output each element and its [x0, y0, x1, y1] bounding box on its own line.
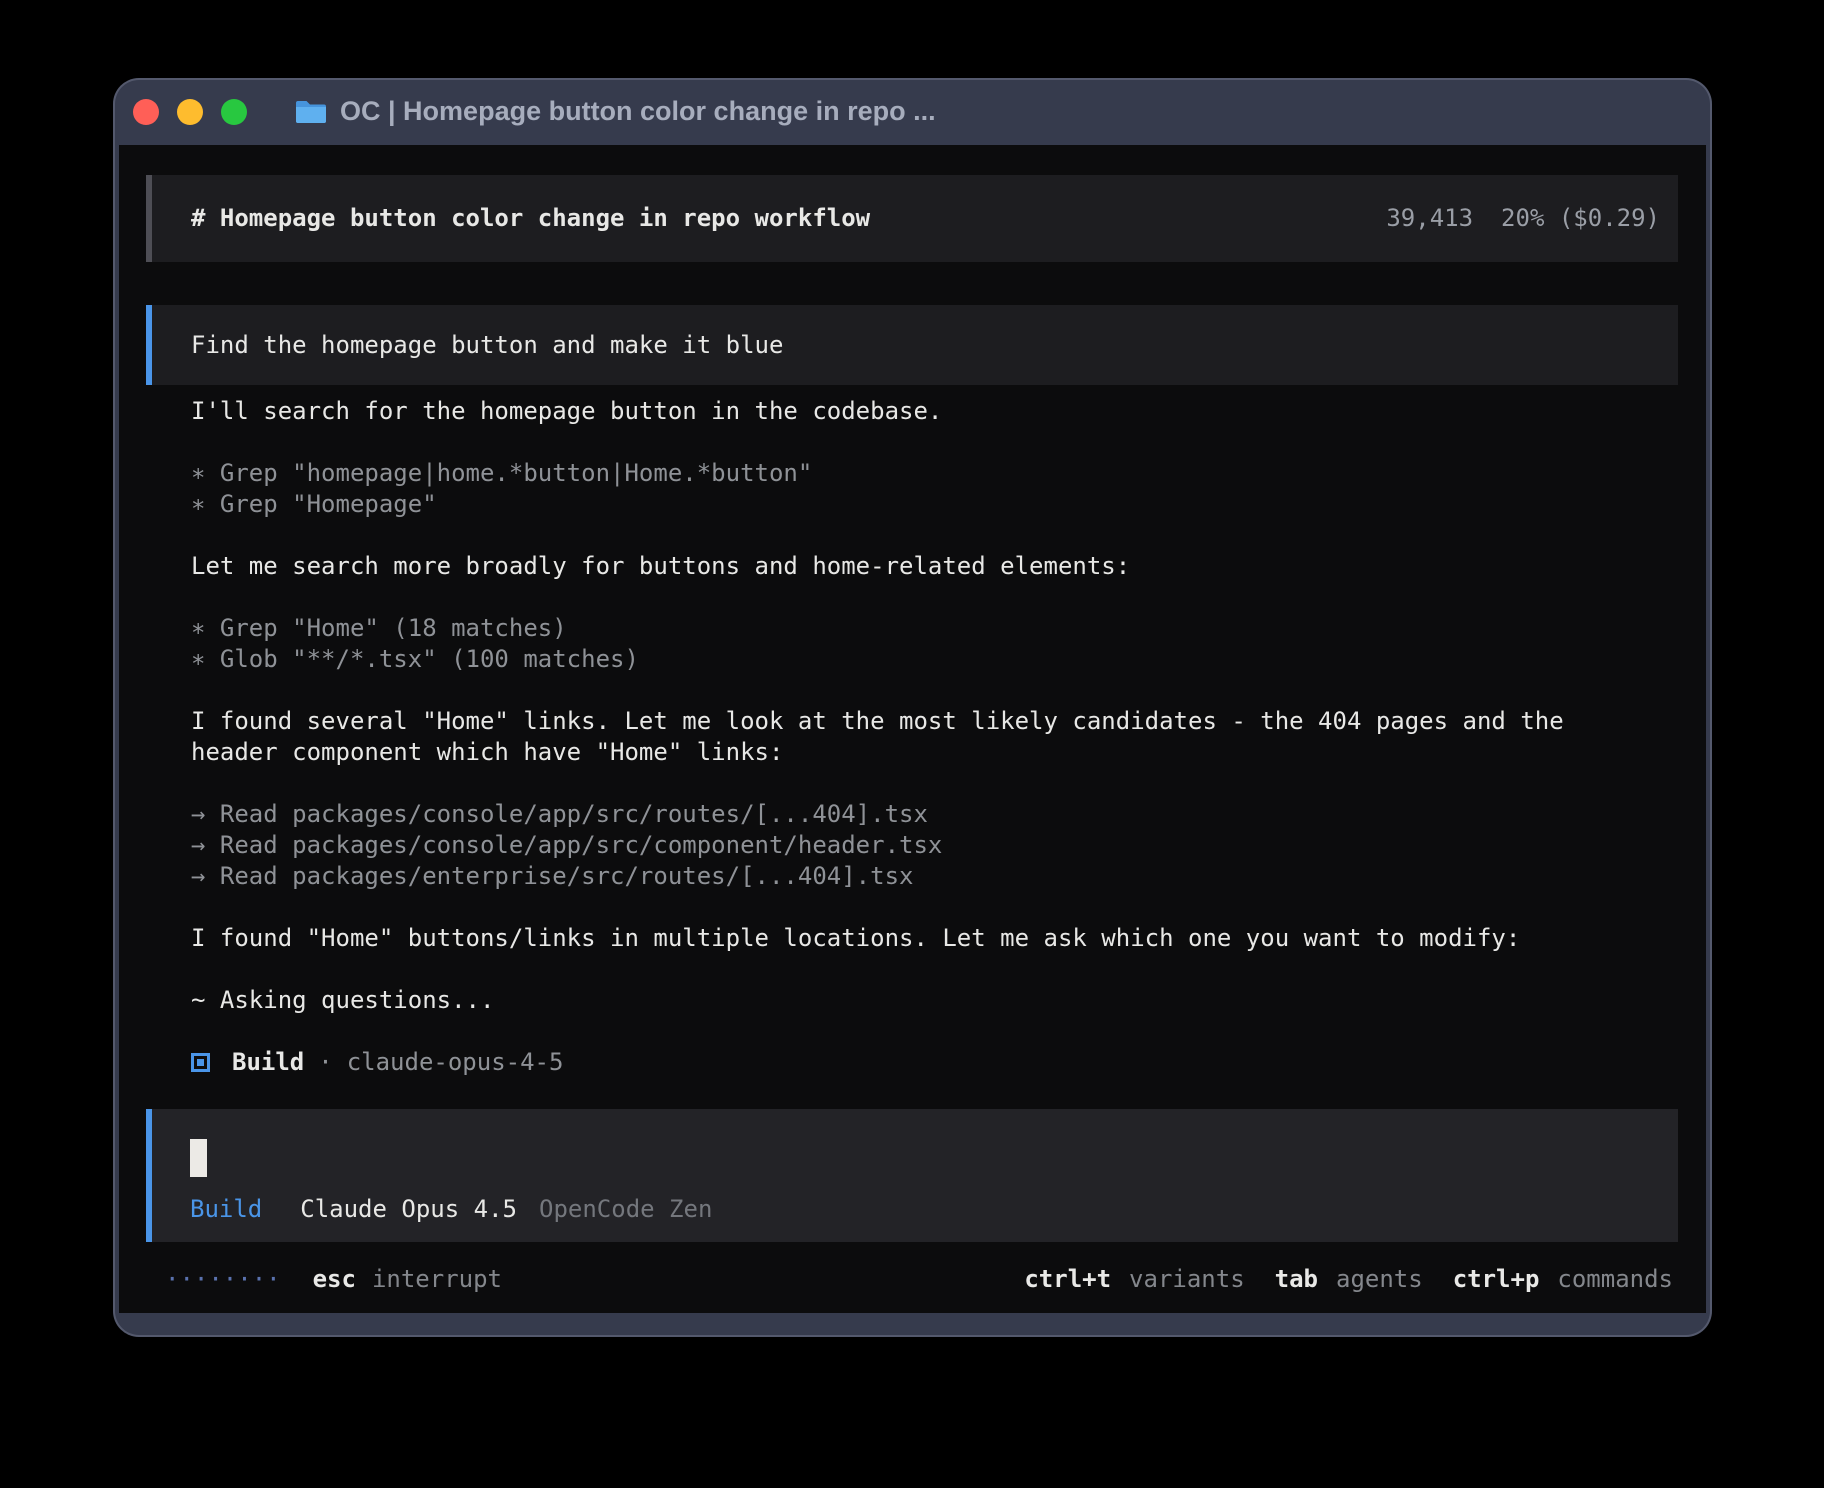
spinner-dots: ········: [165, 1264, 281, 1295]
read-tool-line: → Read packages/enterprise/src/routes/[.…: [191, 861, 1706, 892]
assistant-text-line: I found several "Home" links. Let me loo…: [191, 706, 1706, 737]
tool-call-group: ∗ Grep "homepage|home.*button|Home.*butt…: [191, 458, 1706, 520]
working-status: ~ Asking questions...: [191, 985, 1706, 1016]
conversation: I'll search for the homepage button in t…: [191, 396, 1706, 1078]
shortcut-label: agents: [1336, 1264, 1423, 1295]
model-line: Build Claude Opus 4.5 OpenCode Zen: [190, 1194, 1678, 1225]
agent-mode-label[interactable]: Build: [190, 1194, 262, 1225]
terminal-window: OC | Homepage button color change in rep…: [113, 78, 1712, 1337]
assistant-text-line: header component which have "Home" links…: [191, 737, 1706, 768]
assistant-message: Let me search more broadly for buttons a…: [191, 551, 1706, 582]
tool-call-line: ∗ Glob "**/*.tsx" (100 matches): [191, 644, 1706, 675]
shortcut-key: ctrl+t: [1024, 1264, 1111, 1295]
token-count: 39,413: [1386, 203, 1473, 234]
prompt-editor[interactable]: Build Claude Opus 4.5 OpenCode Zen: [146, 1109, 1678, 1242]
assistant-message: I found "Home" buttons/links in multiple…: [191, 923, 1706, 954]
agent-model: claude-opus-4-5: [347, 1047, 564, 1078]
status-bar: ········ esc interrupt ctrl+t variants t…: [165, 1264, 1673, 1295]
minimize-button[interactable]: [177, 99, 203, 125]
esc-action-label: interrupt: [372, 1264, 502, 1295]
text-cursor[interactable]: [190, 1139, 207, 1177]
shortcut-commands: ctrl+p commands: [1453, 1264, 1673, 1295]
context-usage: 20% ($0.29): [1501, 203, 1660, 234]
session-title: # Homepage button color change in repo w…: [191, 203, 870, 234]
tool-call-group: → Read packages/console/app/src/routes/[…: [191, 799, 1706, 892]
assistant-text-line: I'll search for the homepage button in t…: [191, 396, 1706, 427]
tool-call-group: ∗ Grep "Home" (18 matches) ∗ Glob "**/*.…: [191, 613, 1706, 675]
session-stats: 39,413 20% ($0.29): [1386, 203, 1660, 234]
user-message: Find the homepage button and make it blu…: [146, 305, 1678, 385]
agent-icon: [191, 1053, 210, 1072]
agent-separator: ·: [318, 1047, 332, 1078]
folder-icon: [295, 99, 327, 125]
read-tool-line: → Read packages/console/app/src/componen…: [191, 830, 1706, 861]
window-title: OC | Homepage button color change in rep…: [340, 96, 936, 127]
status-line: ~ Asking questions...: [191, 985, 1706, 1016]
close-button[interactable]: [133, 99, 159, 125]
tool-call-line: ∗ Grep "Home" (18 matches): [191, 613, 1706, 644]
terminal-content: # Homepage button color change in repo w…: [119, 145, 1706, 1313]
user-message-text: Find the homepage button and make it blu…: [191, 330, 783, 361]
assistant-message: I found several "Home" links. Let me loo…: [191, 706, 1706, 768]
shortcut-label: commands: [1557, 1264, 1673, 1295]
shortcut-hints: ctrl+t variants tab agents ctrl+p comman…: [1024, 1264, 1673, 1295]
agent-line: Build · claude-opus-4-5: [191, 1047, 1706, 1078]
assistant-message: I'll search for the homepage button in t…: [191, 396, 1706, 427]
shortcut-variants: ctrl+t variants: [1024, 1264, 1244, 1295]
tool-call-line: ∗ Grep "homepage|home.*button|Home.*butt…: [191, 458, 1706, 489]
session-header: # Homepage button color change in repo w…: [146, 175, 1678, 262]
read-tool-line: → Read packages/console/app/src/routes/[…: [191, 799, 1706, 830]
shortcut-key: ctrl+p: [1453, 1264, 1540, 1295]
shortcut-label: variants: [1129, 1264, 1245, 1295]
model-name[interactable]: Claude Opus 4.5: [300, 1194, 517, 1225]
zoom-button[interactable]: [221, 99, 247, 125]
assistant-text-line: Let me search more broadly for buttons a…: [191, 551, 1706, 582]
provider-name: OpenCode Zen: [539, 1194, 712, 1225]
tool-call-line: ∗ Grep "Homepage": [191, 489, 1706, 520]
shortcut-agents: tab agents: [1275, 1264, 1423, 1295]
esc-key-hint: esc: [313, 1264, 356, 1295]
assistant-text-line: I found "Home" buttons/links in multiple…: [191, 923, 1706, 954]
titlebar[interactable]: OC | Homepage button color change in rep…: [113, 78, 1712, 145]
shortcut-key: tab: [1275, 1264, 1318, 1295]
agent-name: Build: [232, 1047, 304, 1078]
